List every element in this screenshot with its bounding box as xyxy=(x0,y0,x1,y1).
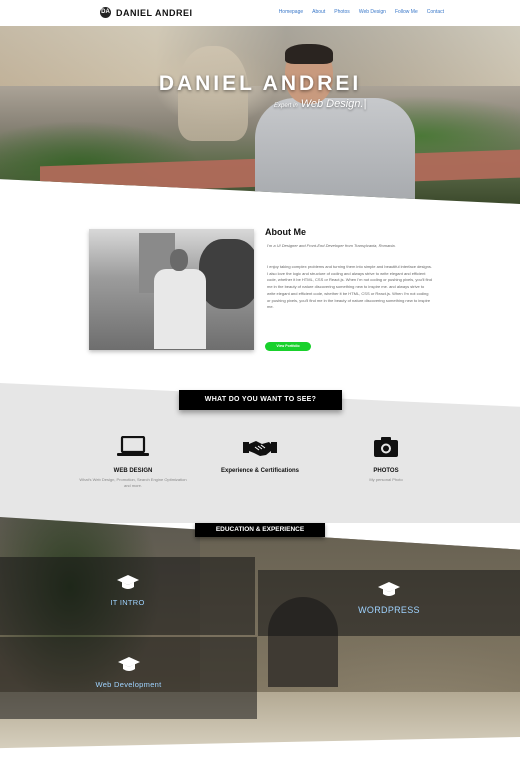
hero-portrait xyxy=(255,44,415,204)
camera-icon xyxy=(374,437,398,457)
top-navbar: DA DANIEL ANDREI Homepage About Photos W… xyxy=(0,0,520,26)
education-card-wordpress[interactable]: WORDPRESS xyxy=(258,570,520,636)
nav-link-follow-me[interactable]: Follow Me xyxy=(395,9,418,15)
brand-name: DANIEL ANDREI xyxy=(116,7,193,18)
hero-title: DANIEL ANDREI xyxy=(158,72,362,95)
nav-link-contact[interactable]: Contact xyxy=(427,9,444,15)
service-web-design[interactable]: WEB DESIGN What's Web Design, Promotion,… xyxy=(78,435,188,489)
hero-subtitle-highlight: Web Design.| xyxy=(300,98,367,110)
graduation-cap-icon xyxy=(116,575,139,589)
view-portfolio-button[interactable]: View Portfolio xyxy=(265,342,311,351)
graduation-cap-icon xyxy=(378,582,400,596)
nav-link-photos[interactable]: Photos xyxy=(334,9,350,15)
hero-banner xyxy=(0,26,520,204)
nav-links: Homepage About Photos Web Design Follow … xyxy=(279,9,444,15)
about-heading: About Me xyxy=(265,227,306,237)
education-heading: EDUCATION & EXPERIENCE xyxy=(195,523,325,537)
brand-logo-icon: DA xyxy=(100,7,111,18)
brand[interactable]: DA DANIEL ANDREI xyxy=(100,7,193,18)
service-desc: My personal Photo xyxy=(369,477,403,482)
hero-subtitle: Expert in Web Design.| xyxy=(274,98,366,110)
nav-link-about[interactable]: About xyxy=(312,9,325,15)
what-to-see-button[interactable]: WHAT DO YOU WANT TO SEE? xyxy=(179,390,342,410)
handshake-icon xyxy=(243,441,277,456)
nav-link-homepage[interactable]: Homepage xyxy=(279,9,303,15)
education-card-web-development[interactable]: Web Development xyxy=(0,637,257,719)
service-title: WEB DESIGN xyxy=(113,468,153,474)
service-title: Experience & Certifications xyxy=(220,468,300,474)
service-experience[interactable]: Experience & Certifications xyxy=(200,436,320,477)
education-card-it-intro[interactable]: IT INTRO xyxy=(0,557,255,635)
service-photos[interactable]: PHOTOS My personal Photo xyxy=(340,436,432,483)
about-tagline: I'm a UI Designer and Front-End Develope… xyxy=(267,243,396,248)
service-desc: What's Web Design, Promotion, Search Eng… xyxy=(79,477,187,488)
education-label: WORDPRESS xyxy=(358,605,420,615)
hero-subtitle-prefix: Expert in xyxy=(274,103,298,109)
laptop-icon xyxy=(117,435,149,456)
about-photo xyxy=(89,229,254,350)
education-label: IT INTRO xyxy=(110,598,145,607)
service-title: PHOTOS xyxy=(373,468,399,474)
graduation-cap-icon xyxy=(117,657,140,671)
about-body: I enjoy taking complex problems and turn… xyxy=(267,264,432,310)
education-label: Web Development xyxy=(95,680,162,689)
nav-link-web-design[interactable]: Web Design xyxy=(359,9,386,15)
